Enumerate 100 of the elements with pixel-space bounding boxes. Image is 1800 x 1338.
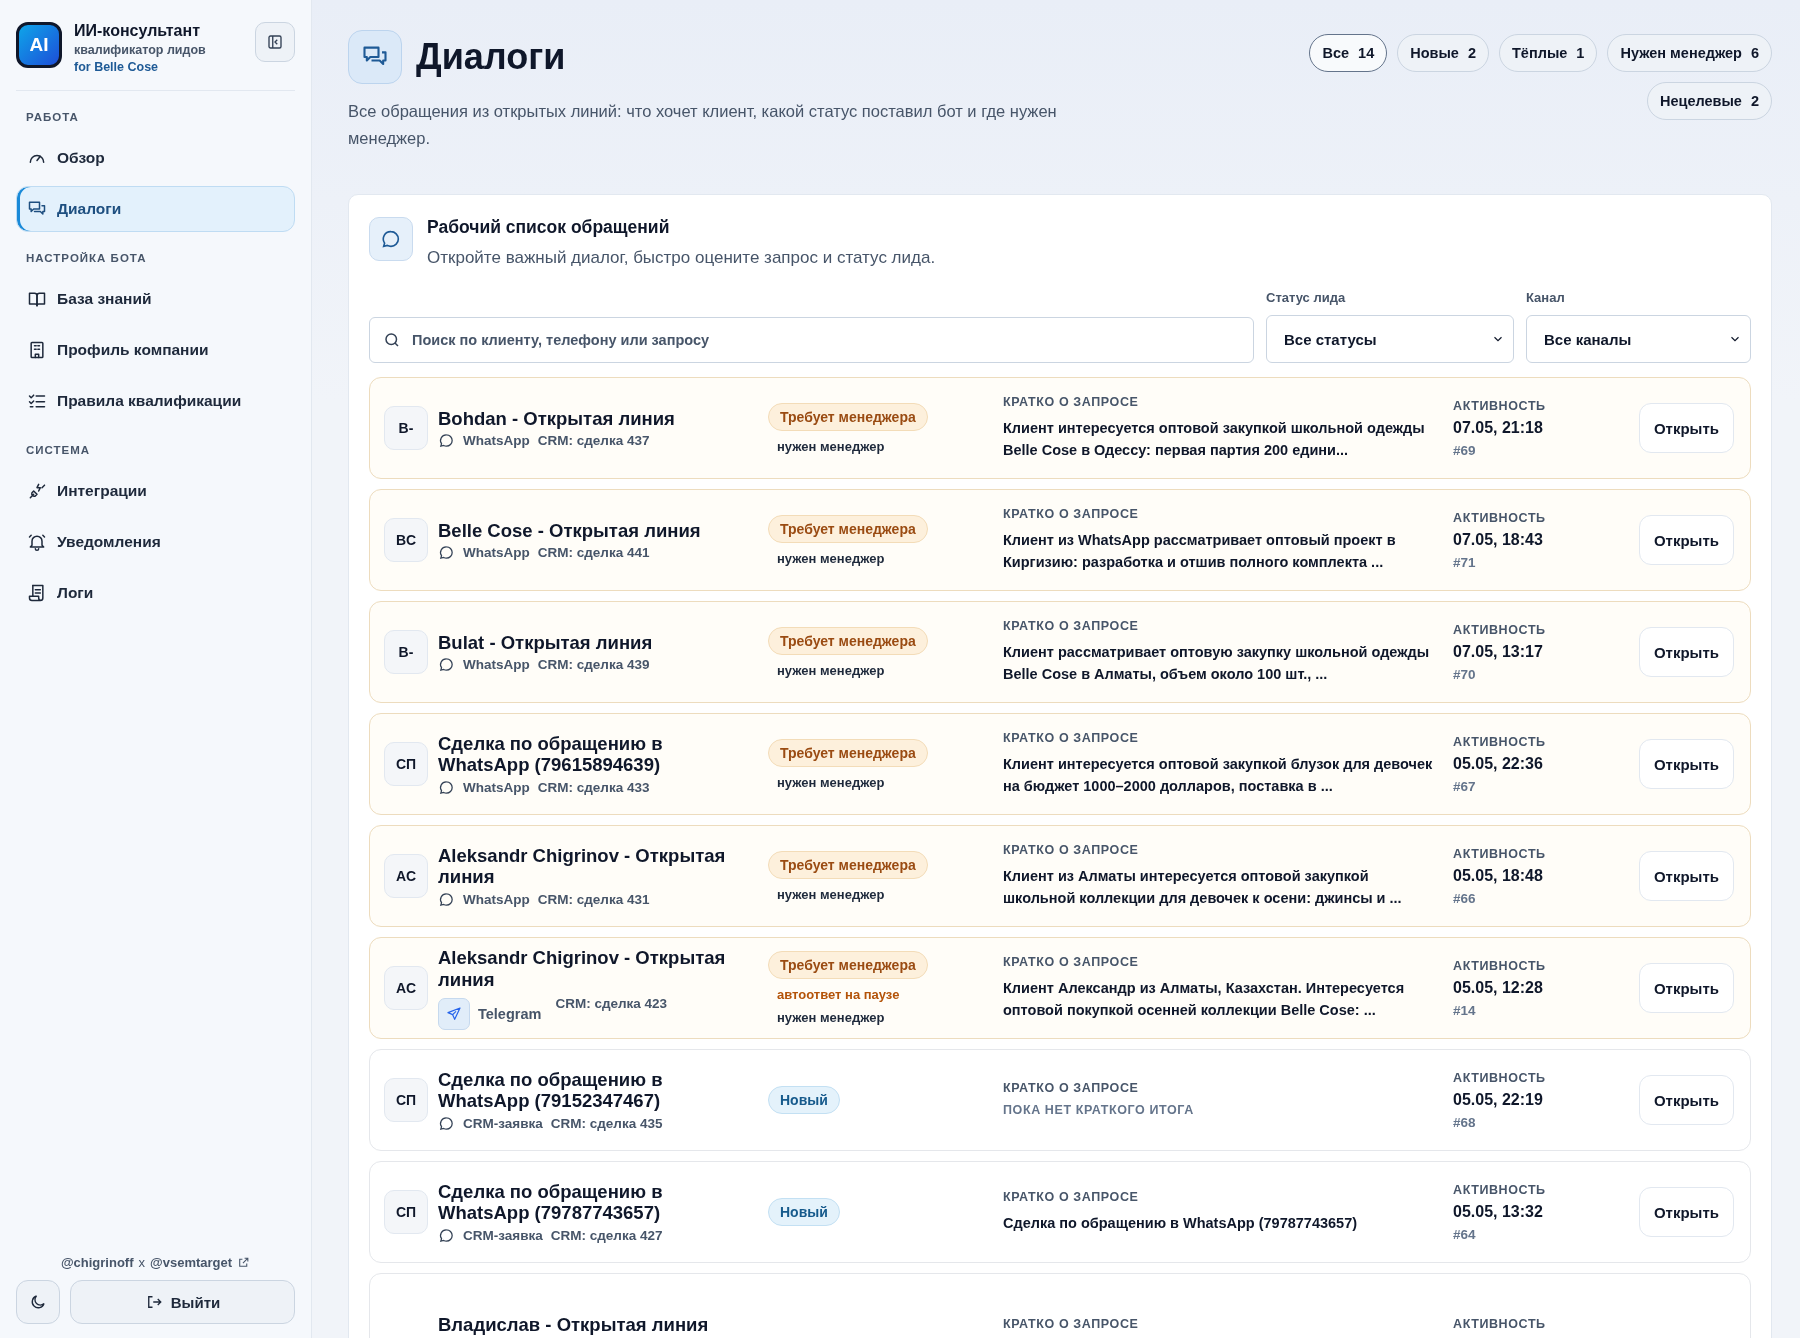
chat-bubble-icon <box>438 1227 455 1245</box>
channel-name: WhatsApp <box>463 780 530 796</box>
activity-time: 05.05, 22:36 <box>1453 754 1544 773</box>
channel-dropdown[interactable]: Все каналы <box>1526 315 1751 364</box>
checklist-icon <box>27 391 47 411</box>
logo-badge: AI <box>16 22 62 68</box>
column-caption: КРАТКО О ЗАПРОСЕ <box>1003 1317 1140 1332</box>
field-label: Канал <box>1526 290 1566 306</box>
column-caption: КРАТКО О ЗАПРОСЕ <box>1003 955 1140 970</box>
client-name: Сделка по обращению в WhatsApp (79152347467) <box>438 1068 664 1113</box>
logout-button[interactable]: Выйти <box>70 1280 295 1324</box>
column-caption: АКТИВНОСТЬ <box>1453 510 1547 525</box>
request-summary: Клиент рассматривает оптовую закупку школьной одежды Belle Cose в Алматы, объем около 100 шт., ... <box>1003 643 1431 684</box>
filter-chip[interactable]: Новые 2 <box>1397 34 1489 72</box>
channel-name: CRM-заявка <box>463 1116 543 1132</box>
column-caption: АКТИВНОСТЬ <box>1453 1070 1547 1085</box>
app-title: ИИ-консультант <box>74 22 201 40</box>
initials-avatar: СП <box>384 1190 428 1235</box>
client-name: Aleksandr Chigrinov - Открытая линия <box>438 844 727 889</box>
dialog-number: #64 <box>1453 1226 1477 1242</box>
channel-name: WhatsApp <box>463 892 530 908</box>
status-badge: Новый <box>768 1198 840 1227</box>
initials-avatar: B- <box>384 406 428 451</box>
activity-time: 07.05, 21:18 <box>1453 418 1544 437</box>
dialog-number: #70 <box>1453 666 1477 682</box>
credit-link[interactable]: @vsemtarget <box>150 1255 233 1270</box>
filter-chip[interactable]: Нужен менеджер 6 <box>1607 34 1772 72</box>
moon-icon <box>29 1293 47 1311</box>
theme-toggle-button[interactable] <box>16 1280 60 1324</box>
dialog-number: #14 <box>1453 1002 1477 1018</box>
column-caption: АКТИВНОСТЬ <box>1453 398 1547 413</box>
page-description: Все обращения из открытых линий: что хочет клиент, какой статус поставил бот и где нужен менеджер. <box>348 101 1058 150</box>
crm-deal: CRM: сделка 435 <box>550 1116 663 1132</box>
column-caption: АКТИВНОСТЬ <box>1453 1317 1547 1332</box>
activity-time: 07.05, 18:43 <box>1453 530 1544 549</box>
building-icon <box>27 340 47 360</box>
activity-time: 05.05, 22:19 <box>1453 1090 1544 1109</box>
nav-item[interactable]: Логи <box>16 570 295 616</box>
nav-item[interactable]: Правила квалификации <box>16 378 295 424</box>
status-note: нужен менеджер <box>776 438 885 454</box>
initials-avatar: СП <box>384 1078 428 1123</box>
open-button[interactable]: Открыть <box>1638 515 1734 566</box>
dialog-number: #67 <box>1453 778 1477 794</box>
client-name: for Belle Cose <box>74 60 160 74</box>
status-note: нужен менеджер <box>776 774 885 790</box>
status-note: нужен менеджер <box>776 1010 885 1026</box>
status-badge: Требует менеджера <box>768 514 928 543</box>
open-button[interactable]: Открыть <box>1638 1187 1734 1238</box>
client-name: Сделка по обращению в WhatsApp (79787743657) <box>438 1180 664 1225</box>
nav-item[interactable]: База знаний <box>16 276 295 322</box>
request-summary: Клиент интересуется оптовой закупкой блузок для девочек на бюджет 1000–2000 долларов, поставка в ... <box>1003 755 1433 796</box>
activity-time: 05.05, 13:32 <box>1453 1202 1544 1221</box>
filter-chip[interactable]: Нецелевые 2 <box>1646 82 1772 120</box>
chat-bubble-icon <box>438 891 455 909</box>
client-name: Bohdan - Открытая линия <box>438 407 676 430</box>
chat-bubble-icon <box>438 432 455 450</box>
nav-item[interactable]: Профиль компании <box>16 327 295 373</box>
crm-deal: CRM: сделка 439 <box>537 657 650 673</box>
request-summary: Клиент из WhatsApp рассматривает оптовый проект в Киргизию: разработка и отшив полного комплекта ... <box>1003 531 1397 572</box>
nav-item[interactable]: Уведомления <box>16 519 295 565</box>
channel-name: CRM-заявка <box>463 1228 543 1244</box>
status-note: нужен менеджер <box>776 550 885 566</box>
filter-chip[interactable]: Тёплые 1 <box>1499 34 1598 72</box>
app-subtitle: квалификатор лидов <box>74 43 207 57</box>
collapse-sidebar-button[interactable] <box>255 22 295 62</box>
activity-time: 05.05, 18:48 <box>1453 866 1544 885</box>
client-name: Belle Cose - Открытая линия <box>438 519 702 542</box>
scroll-icon <box>27 583 47 603</box>
nav-item[interactable]: Интеграции <box>16 468 295 514</box>
initials-avatar: AC <box>384 854 428 899</box>
status-dropdown[interactable]: Все статусы <box>1266 315 1514 364</box>
crm-deal: CRM: сделка 437 <box>537 433 650 449</box>
filter-chip[interactable]: Все 14 <box>1309 34 1388 72</box>
open-button[interactable]: Открыть <box>1638 963 1734 1014</box>
open-button[interactable]: Открыть <box>1638 627 1734 678</box>
column-caption: КРАТКО О ЗАПРОСЕ <box>1003 507 1140 522</box>
activity-time: 07.05, 13:17 <box>1453 642 1544 661</box>
nav-item[interactable]: Обзор <box>16 135 295 181</box>
open-button[interactable]: Открыть <box>1638 851 1734 902</box>
channel-name: WhatsApp <box>463 545 530 561</box>
panel-subtitle: Откройте важный диалог, быстро оцените запрос и статус лида. <box>427 248 936 269</box>
plug-icon <box>27 481 47 501</box>
column-caption: КРАТКО О ЗАПРОСЕ <box>1003 1190 1140 1205</box>
request-summary: Клиент Александр из Алматы, Казахстан. Интересуется оптовой покупкой осенней коллекции Belle Cose: ... <box>1003 979 1406 1020</box>
chat-bubble-icon <box>369 217 413 262</box>
nav-section-heading: СИСТЕМА <box>26 444 92 456</box>
nav-item[interactable]: Диалоги <box>16 186 295 232</box>
field-label: Статус лида <box>1266 290 1347 306</box>
column-caption: АКТИВНОСТЬ <box>1453 1182 1547 1197</box>
client-name: Сделка по обращению в WhatsApp (79615894639) <box>438 732 664 777</box>
open-button[interactable]: Открыть <box>1638 403 1734 454</box>
open-button[interactable]: Открыть <box>1638 1075 1734 1126</box>
search-field[interactable]: Поиск по клиенту, телефону или запросу <box>369 317 1254 364</box>
status-badge: Требует менеджера <box>768 626 928 655</box>
chat-bubbles-icon <box>348 30 402 84</box>
status-badge: Новый <box>768 1086 840 1115</box>
open-button[interactable]: Открыть <box>1638 739 1734 790</box>
client-name: Aleksandr Chigrinov - Открытая линия <box>438 947 727 991</box>
credit-link[interactable]: @chigrinoff <box>60 1255 134 1270</box>
column-caption: АКТИВНОСТЬ <box>1453 622 1547 637</box>
